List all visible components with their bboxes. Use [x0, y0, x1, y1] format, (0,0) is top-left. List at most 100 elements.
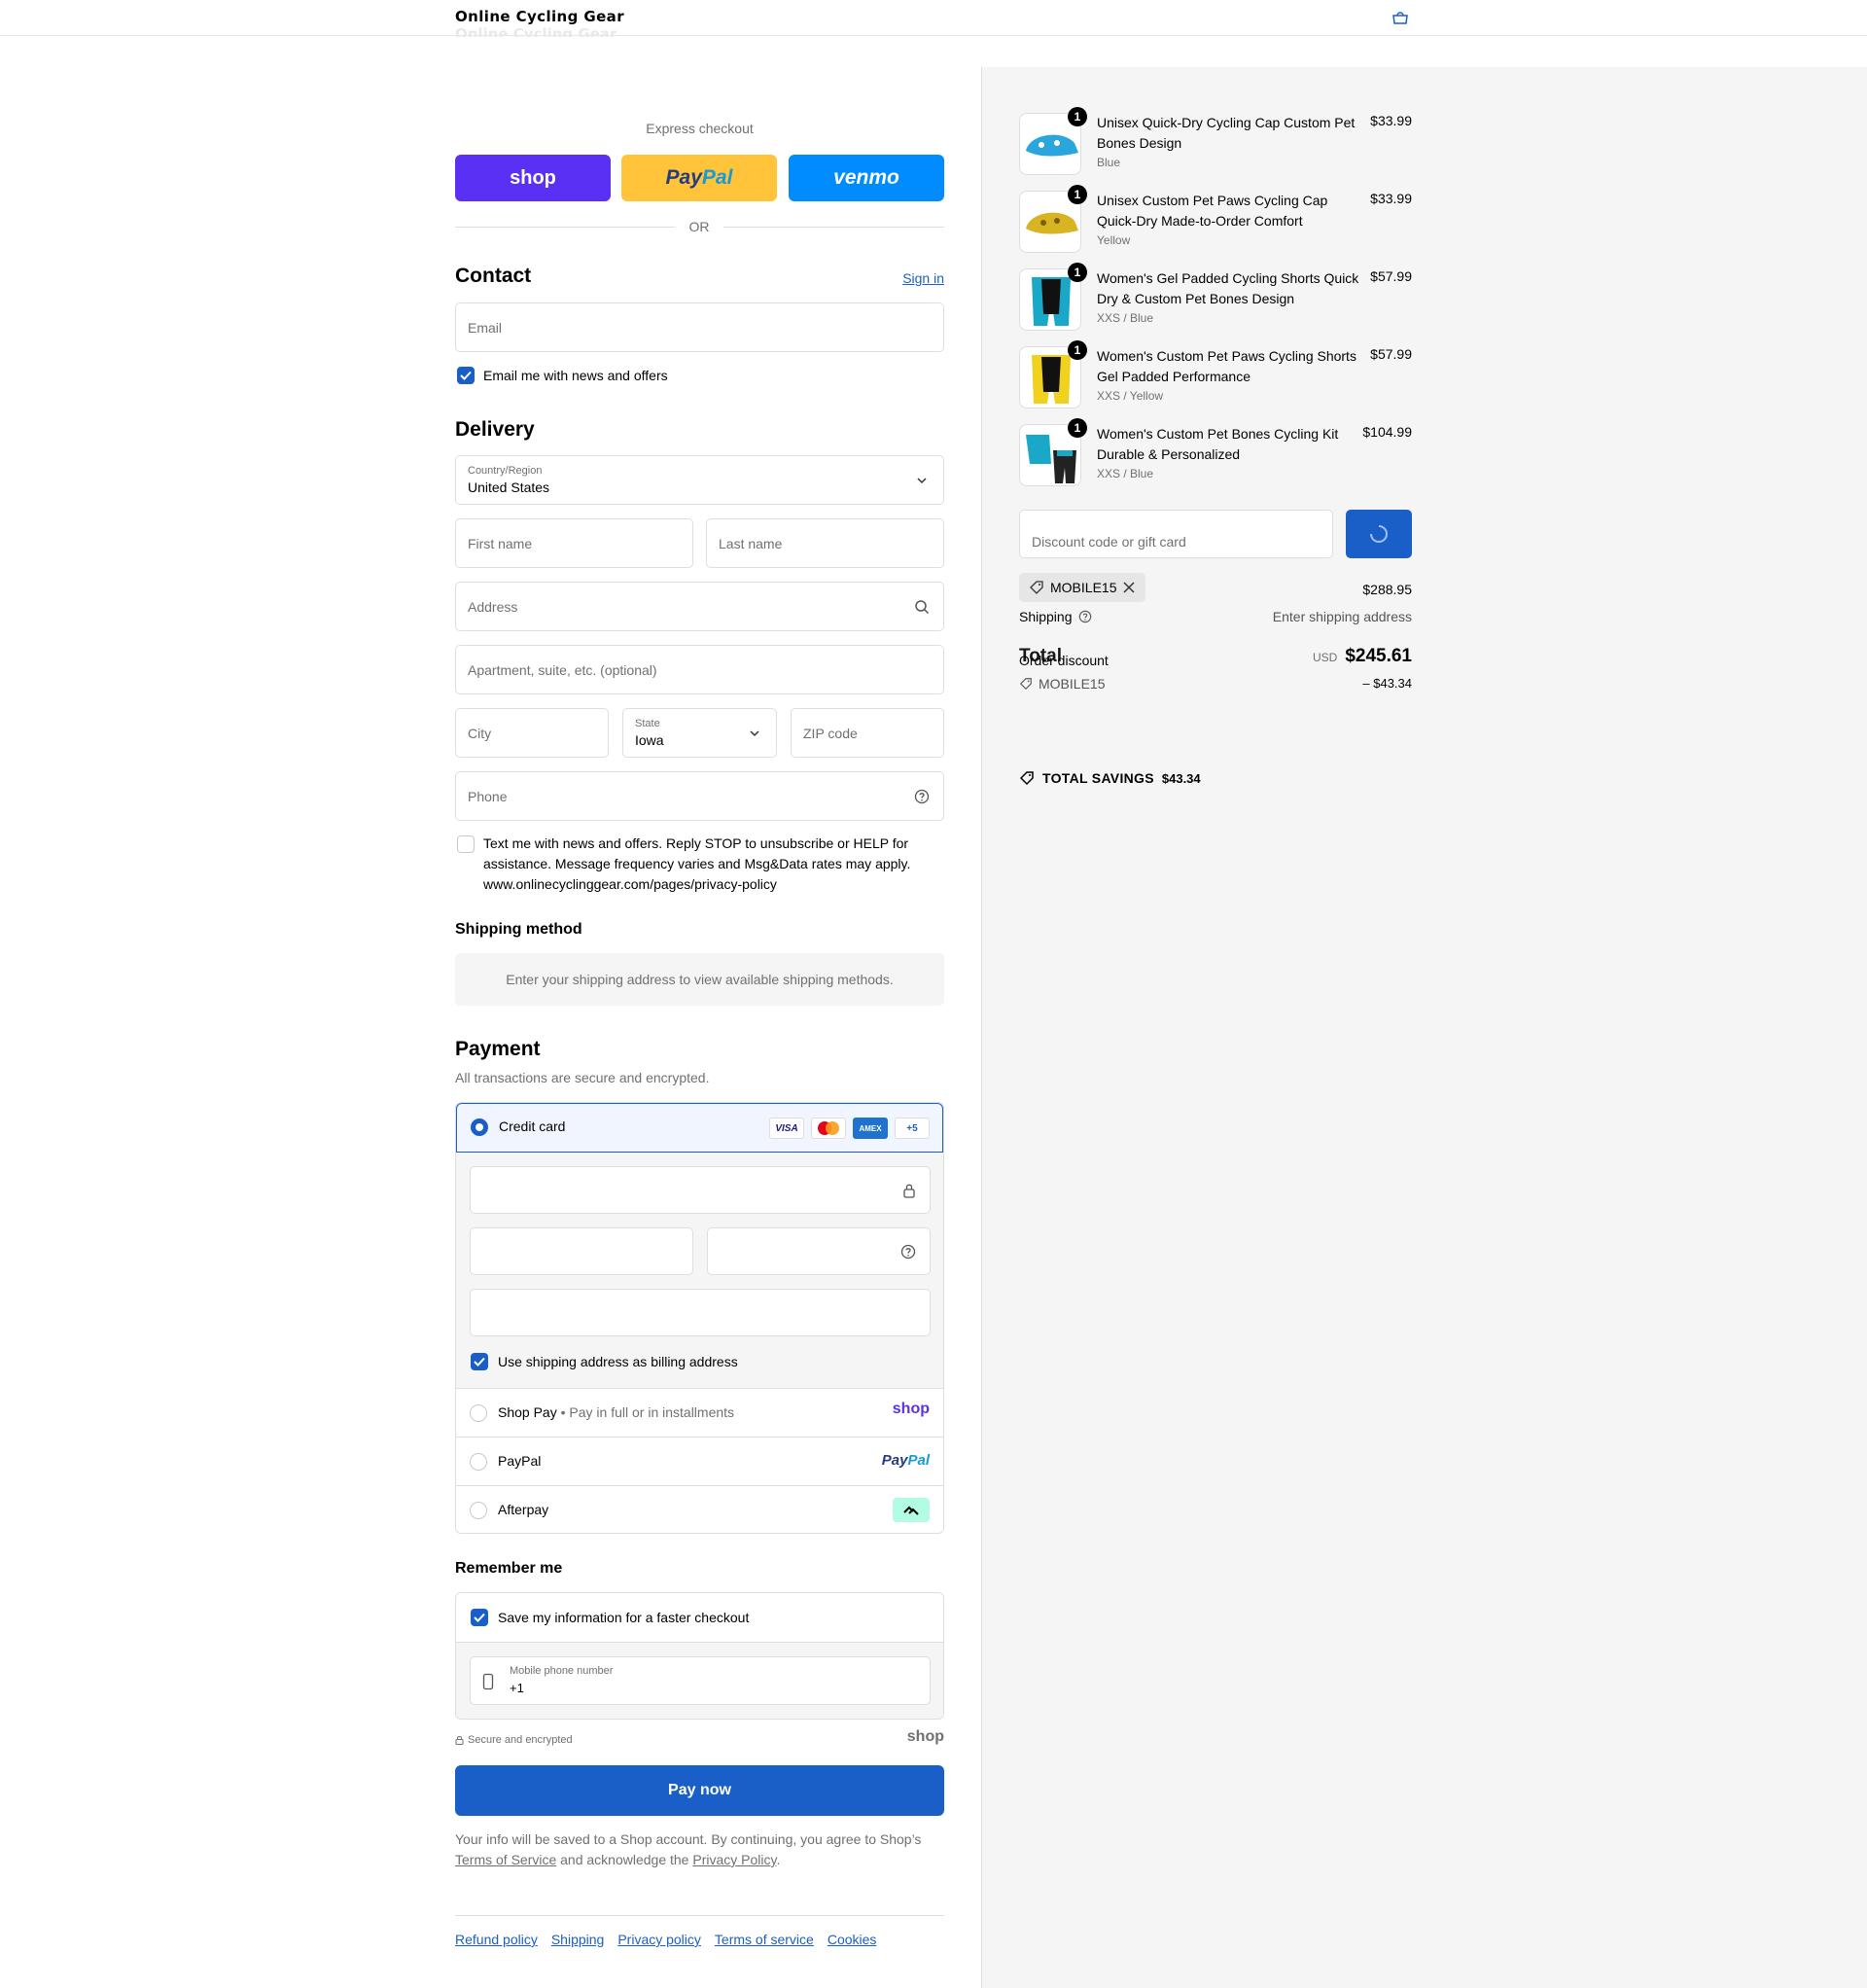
paypal-radio[interactable]: [470, 1453, 487, 1471]
item-price: $33.99: [1370, 191, 1412, 206]
terms-of-service-link[interactable]: Terms of service: [715, 1932, 814, 1947]
sms-checkbox[interactable]: [457, 835, 475, 853]
shipping-method-title: Shipping method: [455, 921, 582, 938]
discount-code-row: MOBILE15: [1019, 676, 1105, 692]
country-label: Country/Region: [468, 465, 543, 477]
credit-card-option[interactable]: Credit card VISA AMEX +5: [456, 1103, 943, 1153]
delivery-title: Delivery: [455, 418, 535, 441]
first-name-field[interactable]: First name: [455, 518, 693, 568]
news-label: Email me with news and offers: [483, 368, 668, 383]
help-circle-icon[interactable]: [900, 1244, 916, 1260]
express-checkout-label: Express checkout: [646, 121, 754, 136]
credit-card-radio[interactable]: [471, 1118, 488, 1136]
total-row: USD $245.61: [1313, 646, 1412, 667]
country-select[interactable]: Country/Region United States: [455, 455, 944, 505]
checkmark-icon: [474, 1613, 485, 1622]
credit-card-label: Credit card: [499, 1118, 566, 1134]
last-name-field[interactable]: Last name: [706, 518, 944, 568]
item-name: Women's Custom Pet Paws Cycling Shorts G…: [1097, 348, 1356, 384]
quantity-badge: 1: [1068, 418, 1087, 438]
afterpay-option[interactable]: Afterpay: [456, 1485, 943, 1533]
item-price: $33.99: [1370, 113, 1412, 128]
store-logo[interactable]: Online Cycling Gear: [455, 8, 624, 25]
apply-discount-button[interactable]: [1346, 510, 1412, 558]
quantity-badge: 1: [1068, 185, 1087, 204]
paypal-express-button[interactable]: Pay Pal: [621, 155, 777, 201]
shipping-method-message: Enter your shipping address to view avai…: [455, 953, 944, 1006]
mastercard-icon: [811, 1118, 846, 1139]
item-price: $57.99: [1370, 268, 1412, 284]
save-info-row[interactable]: Save my information for a faster checkou…: [456, 1593, 943, 1642]
remember-me-box: Save my information for a faster checkou…: [455, 1592, 944, 1720]
refund-policy-link[interactable]: Refund policy: [455, 1932, 538, 1947]
amex-icon: AMEX: [853, 1118, 888, 1139]
subtotal-value: $288.95: [1362, 582, 1412, 597]
item-variant: XXS / Blue: [1097, 467, 1154, 480]
currency-code: USD: [1312, 651, 1338, 664]
paypal-label: PayPal: [498, 1453, 542, 1469]
security-code-field[interactable]: [707, 1227, 931, 1275]
shipping-link[interactable]: Shipping: [551, 1932, 605, 1947]
shopping-bag-icon[interactable]: [1391, 10, 1410, 25]
billing-address-checkbox[interactable]: [471, 1353, 488, 1370]
email-field[interactable]: Email: [455, 302, 944, 352]
news-checkbox[interactable]: [457, 367, 475, 384]
address-field[interactable]: Address: [455, 582, 944, 631]
shop-privacy-link[interactable]: Privacy Policy: [692, 1852, 776, 1867]
total-savings-label: TOTAL SAVINGS: [1042, 770, 1154, 786]
shop-pay-label: Shop Pay • Pay in full or in installment…: [498, 1404, 735, 1420]
pay-now-button[interactable]: Pay now: [455, 1765, 944, 1816]
save-info-checkbox[interactable]: [471, 1609, 488, 1626]
mobile-phone-label: Mobile phone number: [510, 1665, 614, 1677]
save-info-label: Save my information for a faster checkou…: [498, 1610, 750, 1625]
card-number-field[interactable]: [470, 1166, 931, 1214]
help-circle-icon[interactable]: [914, 789, 930, 804]
shop-pay-radio[interactable]: [470, 1404, 487, 1422]
shop-pay-option[interactable]: Shop Pay • Pay in full or in installment…: [456, 1388, 943, 1437]
country-value: United States: [468, 479, 550, 495]
billing-address-label: Use shipping address as billing address: [498, 1354, 738, 1369]
shop-logo: shop: [510, 166, 556, 189]
phone-field[interactable]: Phone: [455, 771, 944, 821]
cart-item: 1 Unisex Quick-Dry Cycling Cap Custom Pe…: [1019, 107, 1412, 181]
shipping-row-value: Enter shipping address: [1272, 609, 1412, 624]
name-on-card-field[interactable]: [470, 1289, 931, 1336]
apartment-placeholder: Apartment, suite, etc. (optional): [468, 662, 657, 678]
help-circle-icon[interactable]: [1078, 610, 1092, 623]
venmo-express-button[interactable]: venmo: [789, 155, 944, 201]
item-name: Unisex Quick-Dry Cycling Cap Custom Pet …: [1097, 115, 1356, 151]
state-select[interactable]: State Iowa: [622, 708, 777, 758]
close-icon[interactable]: [1122, 581, 1136, 594]
item-name: Women's Custom Pet Bones Cycling Kit Dur…: [1097, 426, 1339, 462]
privacy-policy-link[interactable]: Privacy policy: [617, 1932, 701, 1947]
discount-code-field[interactable]: Discount code or gift card: [1019, 510, 1333, 558]
cookies-link[interactable]: Cookies: [828, 1932, 877, 1947]
lock-icon: [455, 1736, 464, 1745]
loading-spinner-icon: [1370, 525, 1388, 543]
quantity-badge: 1: [1068, 340, 1087, 360]
apartment-field[interactable]: Apartment, suite, etc. (optional): [455, 645, 944, 694]
more-cards-badge: +5: [895, 1118, 930, 1139]
state-value: Iowa: [635, 732, 664, 748]
city-field[interactable]: City: [455, 708, 609, 758]
venmo-logo: venmo: [833, 166, 899, 189]
shop-terms-link[interactable]: Terms of Service: [455, 1852, 556, 1867]
zip-placeholder: ZIP code: [803, 726, 858, 741]
shop-pay-express-button[interactable]: shop: [455, 155, 611, 201]
quantity-badge: 1: [1068, 263, 1087, 282]
expiration-date-field[interactable]: [470, 1227, 693, 1275]
sign-in-link[interactable]: Sign in: [902, 270, 944, 286]
paypal-logo-pay: Pay: [665, 166, 702, 189]
paypal-option[interactable]: PayPal PayPal: [456, 1437, 943, 1485]
quantity-badge: 1: [1068, 107, 1087, 126]
payment-methods: Credit card VISA AMEX +5 Use shipping ad…: [455, 1102, 944, 1534]
afterpay-radio[interactable]: [470, 1502, 487, 1519]
chevron-down-icon: [750, 730, 759, 737]
lock-icon: [903, 1184, 915, 1198]
afterpay-label: Afterpay: [498, 1502, 549, 1517]
mobile-phone-field[interactable]: Mobile phone number +1: [470, 1656, 931, 1705]
cart-item: 1 Women's Custom Pet Bones Cycling Kit D…: [1019, 418, 1412, 492]
zip-field[interactable]: ZIP code: [791, 708, 944, 758]
item-price: $57.99: [1370, 346, 1412, 362]
phone-placeholder: Phone: [468, 789, 508, 804]
